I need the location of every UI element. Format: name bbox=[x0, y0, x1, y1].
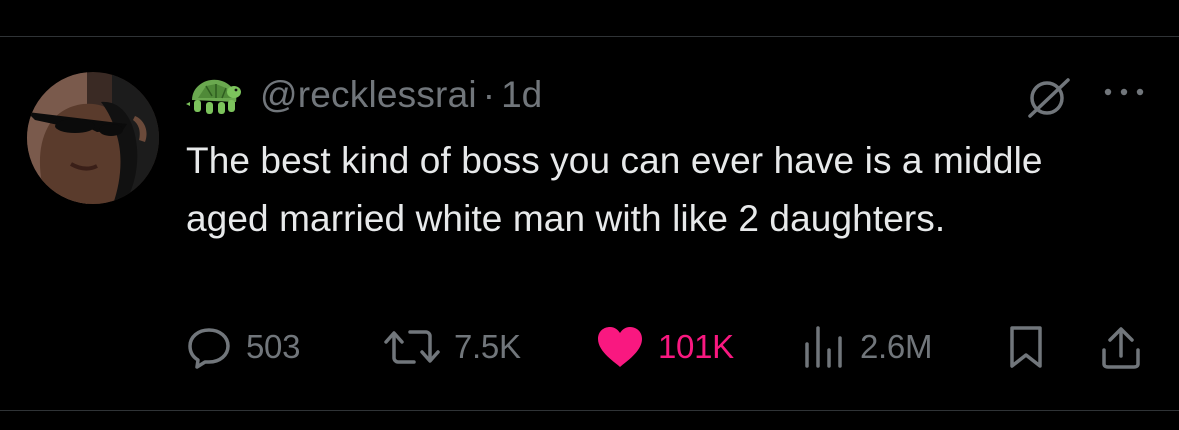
post-time[interactable]: 1d bbox=[501, 74, 542, 116]
repost-count: 7.5K bbox=[454, 328, 521, 365]
like-count: 101K bbox=[658, 328, 734, 365]
top-divider bbox=[0, 36, 1179, 37]
avatar[interactable] bbox=[27, 72, 159, 204]
post-text: The best kind of boss you can ever have … bbox=[186, 140, 1043, 239]
bottom-divider bbox=[0, 410, 1179, 411]
repost-icon bbox=[384, 330, 440, 364]
view-count: 2.6M bbox=[860, 328, 933, 365]
analytics-icon bbox=[805, 326, 842, 368]
heart-icon bbox=[598, 327, 642, 367]
views-button[interactable]: 2.6M bbox=[802, 322, 932, 372]
repost-button[interactable]: 7.5K bbox=[384, 322, 521, 372]
author-handle[interactable]: @recklessrai bbox=[260, 74, 477, 116]
turtle-emoji-icon bbox=[186, 72, 242, 118]
action-bar: 503 7.5K 101K 2.6M bbox=[186, 322, 1146, 372]
separator-dot: · bbox=[482, 74, 496, 115]
bookmark-icon bbox=[1010, 326, 1042, 368]
post-header: @recklessrai · 1d bbox=[186, 70, 542, 120]
reply-button[interactable]: 503 bbox=[186, 322, 300, 372]
more-options-icon[interactable] bbox=[1100, 82, 1148, 102]
reply-count: 503 bbox=[246, 328, 301, 365]
grok-icon[interactable] bbox=[1026, 76, 1072, 118]
reply-icon bbox=[188, 328, 230, 369]
bookmark-button[interactable] bbox=[1006, 322, 1046, 372]
share-icon bbox=[1102, 327, 1140, 369]
share-button[interactable] bbox=[1100, 322, 1142, 372]
avatar-photo bbox=[27, 72, 159, 204]
like-button[interactable]: 101K bbox=[596, 322, 734, 372]
